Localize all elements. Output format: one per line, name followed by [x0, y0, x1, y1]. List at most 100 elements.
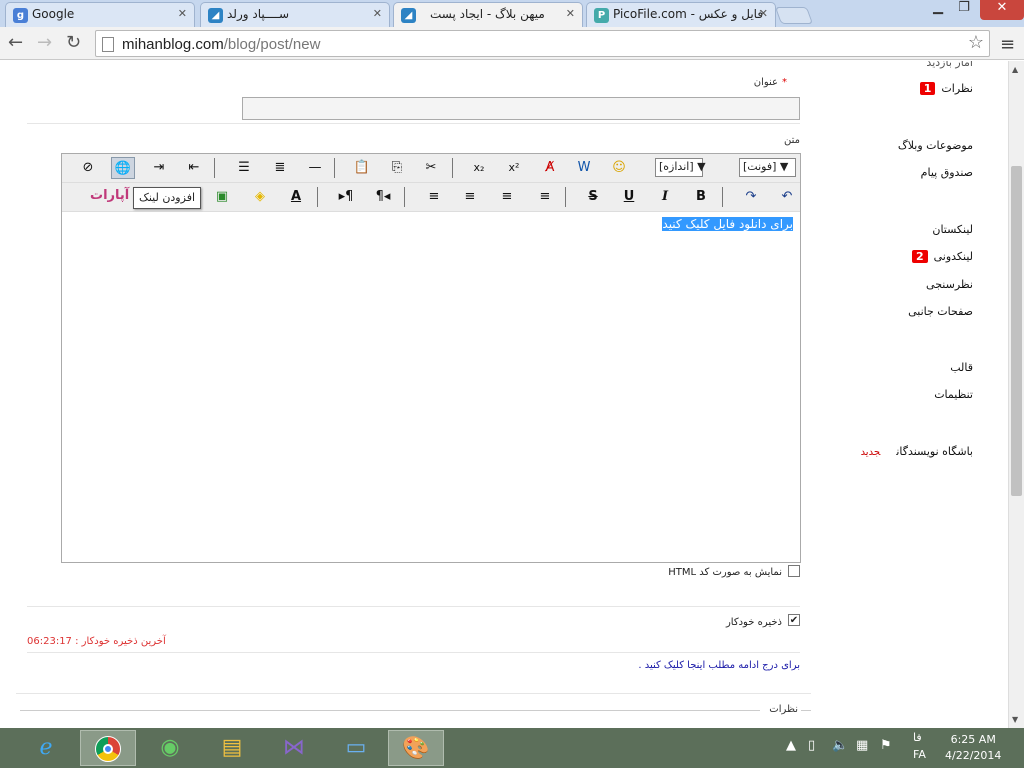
undo-icon[interactable]: ↶	[775, 186, 799, 208]
language-indicator[interactable]: FA	[913, 748, 926, 761]
title-input[interactable]	[242, 97, 800, 120]
insert-link-icon[interactable]: 🌐	[111, 157, 135, 179]
title-label: * عنوان	[754, 77, 787, 88]
minimize-button[interactable]: ▁	[925, 0, 951, 20]
paste-icon[interactable]: 📋	[350, 157, 374, 179]
divider	[16, 693, 811, 694]
text-color-icon[interactable]: A	[284, 186, 308, 208]
close-tab-icon[interactable]: ✕	[178, 7, 187, 20]
close-window-button[interactable]: ✕	[980, 0, 1024, 20]
sidebar-item-polls[interactable]: نظرسنجی	[926, 278, 973, 291]
forward-arrow-icon[interactable]: →	[37, 32, 52, 53]
address-bar[interactable]: mihanblog.com/blog/post/new ☆	[95, 30, 990, 57]
tab-mihanblog-new-post[interactable]: ◢ میهن بلاگ - ایجاد پست ✕	[393, 2, 583, 27]
back-arrow-icon[interactable]: ←	[8, 32, 23, 53]
divider	[27, 606, 800, 607]
windows-taskbar: ℯ ◉ ▤ ⋈ ▭ 🎨 ▲ ▯ 🔈 ▦ ⚑ فا FA 6:25 AM 4/22…	[0, 728, 1024, 768]
toolbar-separator	[334, 158, 335, 178]
cut-icon[interactable]: ✂	[419, 157, 443, 179]
autosave-checkbox[interactable]: ✔	[788, 614, 800, 626]
numbered-list-icon[interactable]: ≣	[268, 157, 292, 179]
battery-icon[interactable]: ▯	[808, 738, 815, 753]
body-label: متن	[784, 135, 800, 146]
read-more-link[interactable]: برای درج ادامه مطلب اینجا کلیک کنید .	[638, 660, 800, 671]
insert-image-icon[interactable]: ▣	[210, 186, 234, 208]
bold-icon[interactable]: B	[689, 186, 713, 208]
sidebar-item-inbox[interactable]: صندوق پیام	[921, 166, 973, 179]
page-scrollbar[interactable]: ▲ ▼	[1008, 61, 1024, 728]
chrome-menu-icon[interactable]: ≡	[1000, 34, 1015, 55]
sidebar-item-writers-club[interactable]: باشگاه نویسندگان جدید	[861, 445, 973, 458]
scroll-down-icon[interactable]: ▼	[1012, 715, 1018, 724]
outdent-icon[interactable]: ⇤	[182, 157, 206, 179]
close-tab-icon[interactable]: ✕	[759, 7, 768, 20]
sidebar-item-stats[interactable]: آمار بازدید	[926, 61, 973, 69]
language-indicator-short[interactable]: فا	[913, 731, 922, 744]
selected-text[interactable]: برای دانلود فایل کلیک کنید	[662, 217, 793, 231]
superscript-icon[interactable]: x²	[502, 157, 526, 179]
new-tab-button[interactable]	[774, 7, 814, 24]
scrollbar-thumb[interactable]	[1011, 166, 1022, 496]
redo-icon[interactable]: ↷	[739, 186, 763, 208]
tab-label: میهن بلاگ - ایجاد پست	[430, 7, 545, 21]
visual-studio-icon[interactable]: ⋈	[266, 730, 322, 766]
copy-icon[interactable]: ⎘	[385, 157, 409, 179]
sidebar-item-links[interactable]: لینکستان	[932, 223, 973, 236]
insert-link-tooltip: افزودن لینک	[133, 187, 202, 209]
strikethrough-icon[interactable]: S	[581, 186, 605, 208]
sidebar-item-comments[interactable]: نظرات 1	[919, 82, 973, 95]
sidebar-item-label: نظرات	[941, 82, 973, 95]
network-icon[interactable]: ▦	[856, 738, 868, 753]
sidebar-item-template[interactable]: قالب	[950, 361, 973, 374]
tab-google[interactable]: g Google ✕	[5, 2, 195, 27]
reload-icon[interactable]: ↻	[66, 32, 81, 53]
scroll-up-icon[interactable]: ▲	[1012, 65, 1018, 74]
unlink-icon[interactable]: ⊘	[76, 157, 100, 179]
smiley-icon[interactable]: ☺	[607, 157, 631, 179]
sidebar-item-pages[interactable]: صفحات جانبی	[908, 305, 973, 318]
size-dropdown[interactable]: [اندازه] ▼	[655, 158, 706, 177]
download-manager-icon[interactable]: ◉	[142, 730, 198, 766]
volume-icon[interactable]: 🔈	[832, 738, 848, 753]
paste-from-word-icon[interactable]: W	[572, 157, 596, 179]
editor-content-area[interactable]: برای دانلود فایل کلیک کنید	[62, 212, 800, 562]
align-left-icon[interactable]: ≡	[458, 186, 482, 208]
ltr-direction-icon[interactable]: ▸¶	[334, 186, 358, 208]
indent-icon[interactable]: ⇥	[147, 157, 171, 179]
file-explorer-icon[interactable]: ▤	[204, 730, 260, 766]
tab-sepad-world[interactable]: ◢ سـ‌ـــپاد ورلد ✕	[200, 2, 390, 27]
mihanblog-icon: ◢	[401, 8, 416, 23]
align-right-icon[interactable]: ≡	[533, 186, 557, 208]
clock[interactable]: 6:25 AM 4/22/2014	[945, 732, 1001, 764]
bookmark-star-icon[interactable]: ☆	[968, 32, 984, 53]
font-dropdown[interactable]: [فونت] ▼	[739, 158, 796, 177]
justify-icon[interactable]: ≡	[422, 186, 446, 208]
sidebar-item-label: باشگاه نویسندگان	[896, 445, 973, 458]
close-tab-icon[interactable]: ✕	[566, 7, 575, 20]
align-center-icon[interactable]: ≡	[495, 186, 519, 208]
internet-explorer-icon[interactable]: ℯ	[18, 730, 74, 766]
tray-expand-icon[interactable]: ▲	[786, 738, 796, 753]
background-color-icon[interactable]: ◈	[248, 186, 272, 208]
action-center-flag-icon[interactable]: ⚑	[880, 738, 892, 753]
sidebar-item-linkdoni[interactable]: لینکدونی 2	[911, 250, 973, 263]
sidebar-item-categories[interactable]: موضوعات وبلاگ	[898, 139, 973, 152]
rtl-direction-icon[interactable]: ¶◂	[371, 186, 395, 208]
italic-icon[interactable]: I	[653, 186, 677, 208]
tab-picofile[interactable]: P PicoFile.com - فایل و عکس ✕	[586, 2, 776, 27]
subscript-icon[interactable]: x₂	[467, 157, 491, 179]
close-tab-icon[interactable]: ✕	[373, 7, 382, 20]
restore-button[interactable]: ❐	[951, 0, 977, 20]
sidebar-item-settings[interactable]: تنظیمات	[934, 388, 973, 401]
show-html-checkbox[interactable]	[788, 565, 800, 577]
aparat-button[interactable]: آپارات	[90, 188, 129, 203]
horizontal-rule-icon[interactable]: —	[303, 157, 327, 179]
chrome-icon[interactable]	[80, 730, 136, 766]
bulleted-list-icon[interactable]: ☰	[232, 157, 256, 179]
paint-icon[interactable]: 🎨	[388, 730, 444, 766]
comments-section-label: نظرات	[769, 704, 798, 715]
font-dropdown-value: [فونت]	[743, 160, 777, 173]
remote-desktop-icon[interactable]: ▭	[328, 730, 384, 766]
remove-format-icon[interactable]: A̸	[538, 157, 562, 179]
underline-icon[interactable]: U	[617, 186, 641, 208]
